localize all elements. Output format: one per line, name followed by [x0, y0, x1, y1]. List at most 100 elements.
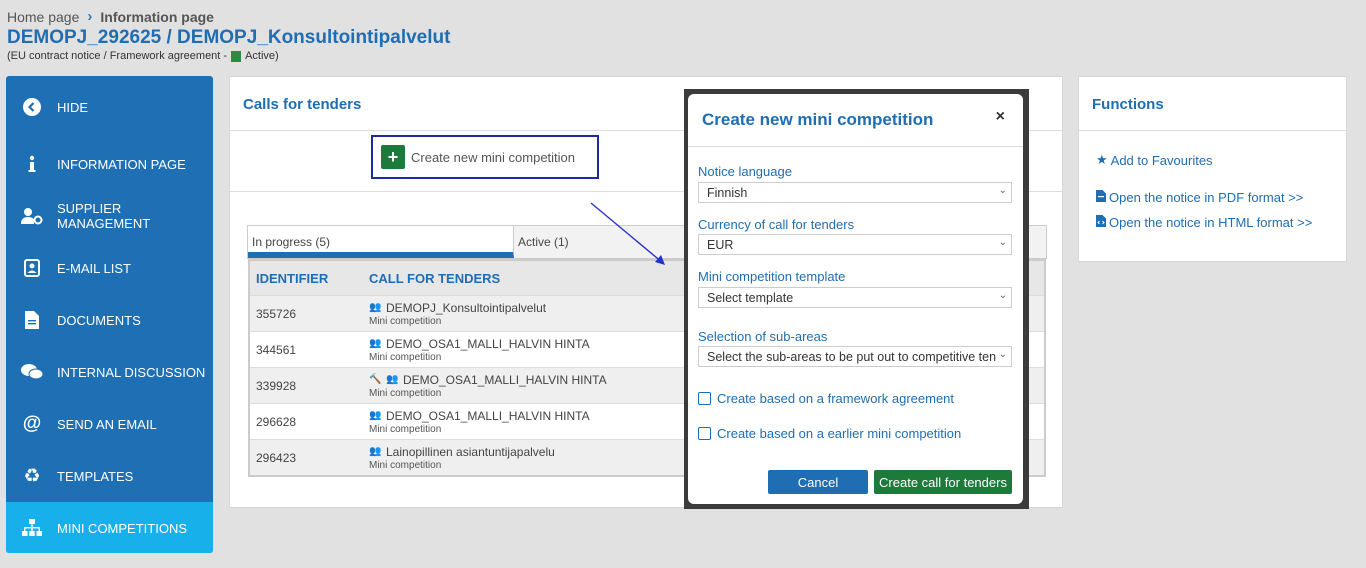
notice-language-select[interactable]: Finnish ⌄ [698, 182, 1012, 203]
gavel-icon: 🔨 [369, 374, 382, 385]
cancel-button[interactable]: Cancel [768, 470, 868, 494]
page-title: DEMOPJ_292625 / DEMOPJ_Konsultointipalve… [7, 27, 451, 48]
sidebar-item-hide[interactable]: HIDE [6, 76, 213, 138]
chevron-down-icon: ⌄ [996, 237, 1007, 248]
notice-language-label: Notice language [698, 164, 792, 179]
html-file-icon [1096, 215, 1106, 230]
info-icon [21, 153, 43, 175]
annotation-arrow [590, 202, 665, 265]
row-identifier: 344561 [256, 342, 297, 357]
users-icon: 👥 [369, 302, 382, 313]
sidebar-item-email-list[interactable]: E-MAIL LIST [6, 242, 213, 294]
functions-title: Functions [1092, 96, 1164, 113]
sidebar: HIDE INFORMATION PAGE SUPPLIER MANAGEMEN… [6, 76, 213, 553]
row-name[interactable]: DEMO_OSA1_MALLI_HALVIN HINTA [386, 337, 590, 351]
checkbox-box[interactable] [698, 427, 711, 440]
sidebar-item-label: SEND AN EMAIL [57, 416, 157, 432]
framework-agreement-checkbox[interactable]: Create based on a framework agreement [698, 391, 954, 406]
sidebar-item-internal-discussion[interactable]: INTERNAL DISCUSSION [6, 346, 213, 398]
chevron-left-icon [21, 96, 43, 118]
users-icon: 👥 [386, 374, 399, 385]
framework-agreement-label: Create based on a framework agreement [717, 391, 955, 406]
sidebar-item-documents[interactable]: DOCUMENTS [6, 294, 213, 346]
template-label: Mini competition template [698, 269, 846, 284]
subareas-label: Selection of sub-areas [698, 329, 828, 344]
close-icon[interactable]: × [996, 108, 1005, 126]
sidebar-item-label: MINI COMPETITIONS [57, 520, 187, 536]
users-icon: 👥 [369, 410, 382, 421]
earlier-mini-competition-checkbox[interactable]: Create based on a earlier mini competiti… [698, 426, 961, 441]
plus-icon: + [381, 145, 405, 169]
tab-in-progress[interactable]: In progress (5) [248, 226, 514, 258]
sidebar-item-send-email[interactable]: @ SEND AN EMAIL [6, 398, 213, 450]
subareas-value: Select the sub-areas to be put out to co… [707, 350, 997, 364]
template-value: Select template [707, 291, 794, 305]
document-icon [21, 309, 43, 331]
sidebar-item-label: TEMPLATES [57, 468, 134, 484]
functions-panel: Functions ★ Add to Favourites Open the n… [1078, 76, 1347, 262]
chevron-right-icon: › [87, 8, 93, 25]
open-html-link[interactable]: Open the notice in HTML format >> [1096, 215, 1312, 230]
row-type: Mini competition [369, 351, 442, 363]
sidebar-item-supplier-management[interactable]: SUPPLIER MANAGEMENT [6, 190, 213, 242]
favourites-label: Add to Favourites [1110, 152, 1213, 168]
users-icon: 👥 [369, 446, 382, 457]
row-name[interactable]: Lainopillinen asiantuntijapalvelu [386, 445, 555, 459]
subtitle-status: Active) [245, 50, 279, 62]
chevron-down-icon: ⌄ [996, 290, 1007, 301]
header-call-for-tenders[interactable]: CALL FOR TENDERS [369, 271, 500, 286]
row-type: Mini competition [369, 459, 442, 471]
sidebar-item-label: DOCUMENTS [57, 312, 141, 328]
header-identifier[interactable]: IDENTIFIER [250, 271, 369, 286]
chevron-down-icon: ⌄ [996, 185, 1007, 196]
chat-icon [21, 361, 43, 383]
breadcrumb-current: Information page [100, 8, 214, 25]
row-identifier: 296423 [256, 450, 297, 465]
sidebar-item-label: INFORMATION PAGE [57, 156, 186, 172]
sidebar-item-mini-competitions[interactable]: MINI COMPETITIONS [6, 502, 213, 553]
sidebar-item-label: HIDE [57, 99, 89, 115]
row-type: Mini competition [369, 423, 442, 435]
chevron-down-icon: ⌄ [996, 349, 1007, 360]
create-mini-competition-dialog: Create new mini competition × Notice lan… [688, 94, 1023, 504]
row-name[interactable]: DEMOPJ_Konsultointipalvelut [386, 301, 546, 315]
page-subtitle: (EU contract notice / Framework agreemen… [7, 50, 279, 62]
subtitle-prefix: (EU contract notice / Framework agreemen… [7, 50, 228, 62]
currency-value: EUR [707, 238, 734, 252]
contact-card-icon [21, 257, 43, 279]
earlier-mini-competition-label: Create based on a earlier mini competiti… [717, 426, 962, 441]
create-mini-competition-button[interactable]: + Create new mini competition [371, 135, 599, 179]
checkbox-box[interactable] [698, 392, 711, 405]
currency-select[interactable]: EUR ⌄ [698, 234, 1012, 255]
row-identifier: 296628 [256, 414, 297, 429]
add-to-favourites-link[interactable]: ★ Add to Favourites [1096, 152, 1213, 168]
create-mini-competition-label: Create new mini competition [411, 149, 576, 165]
sidebar-item-information-page[interactable]: INFORMATION PAGE [6, 138, 213, 190]
sidebar-item-templates[interactable]: ♻ TEMPLATES [6, 450, 213, 502]
row-name[interactable]: DEMO_OSA1_MALLI_HALVIN HINTA [386, 409, 590, 423]
notice-language-value: Finnish [707, 186, 748, 200]
subareas-select[interactable]: Select the sub-areas to be put out to co… [698, 346, 1012, 367]
recycle-icon: ♻ [23, 465, 41, 487]
divider [1079, 130, 1346, 131]
row-name[interactable]: DEMO_OSA1_MALLI_HALVIN HINTA [403, 373, 607, 387]
pdf-label: Open the notice in PDF format >> [1109, 190, 1304, 205]
html-label: Open the notice in HTML format >> [1109, 215, 1313, 230]
star-icon: ★ [1096, 152, 1108, 167]
sitemap-icon [21, 517, 43, 539]
door-icon [231, 50, 242, 62]
sidebar-item-label: E-MAIL LIST [57, 260, 131, 276]
open-pdf-link[interactable]: Open the notice in PDF format >> [1096, 190, 1303, 205]
template-select[interactable]: Select template ⌄ [698, 287, 1012, 308]
row-identifier: 355726 [256, 306, 297, 321]
at-icon: @ [22, 413, 42, 434]
users-icon: 👥 [369, 338, 382, 349]
breadcrumb-home[interactable]: Home page [7, 9, 79, 25]
create-call-for-tenders-button[interactable]: Create call for tenders [874, 470, 1012, 494]
user-gear-icon [21, 205, 43, 227]
sidebar-item-label: SUPPLIER MANAGEMENT [57, 201, 151, 231]
row-type: Mini competition [369, 387, 442, 399]
divider [688, 146, 1023, 147]
sidebar-item-label: INTERNAL DISCUSSION [57, 364, 206, 380]
modal-title: Create new mini competition [702, 110, 934, 129]
